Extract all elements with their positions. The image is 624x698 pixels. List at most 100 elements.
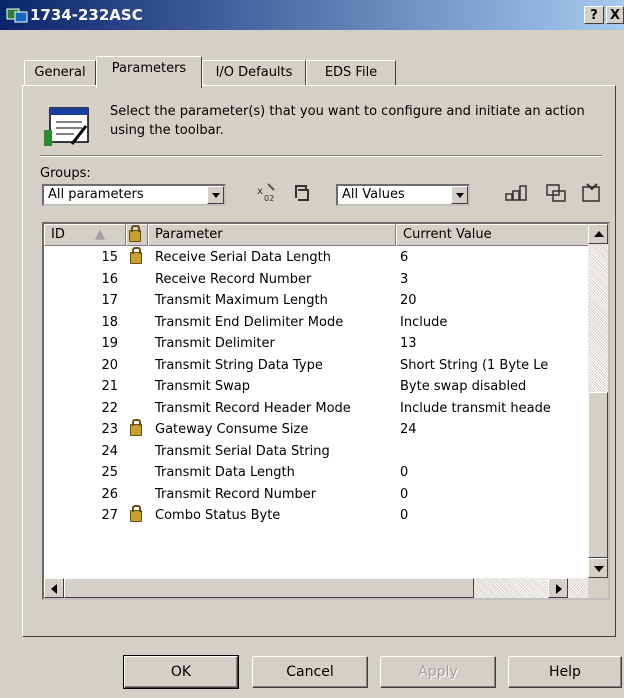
row-current-value[interactable]: Include: [400, 312, 588, 333]
row-current-value[interactable]: 0: [400, 505, 588, 526]
values-filter-select[interactable]: All Values: [336, 184, 470, 206]
compare-icon[interactable]: [580, 182, 604, 204]
row-id: 17: [101, 293, 118, 308]
table-row[interactable]: 16 Receive Record Number 3: [44, 269, 590, 291]
row-id: 26: [101, 486, 118, 502]
groups-select-value: All parameters: [48, 187, 144, 202]
row-id: 23: [101, 422, 118, 437]
row-id: 24: [101, 443, 118, 459]
tab-eds-file-label: EDS File: [324, 65, 378, 80]
scroll-left-button[interactable]: [44, 578, 64, 598]
help-title-button[interactable]: ?: [584, 6, 604, 24]
row-current-value[interactable]: Byte swap disabled: [400, 376, 588, 397]
row-parameter-name: Receive Record Number: [155, 271, 312, 287]
row-id: 27: [101, 508, 118, 523]
table-row[interactable]: 24 Transmit Serial Data String: [44, 441, 590, 463]
groups-select[interactable]: All parameters: [42, 184, 226, 206]
table-row[interactable]: 17 Transmit Maximum Length 20: [44, 290, 590, 312]
column-header-current-value[interactable]: Current Value: [396, 224, 590, 246]
refresh-icon[interactable]: [290, 182, 314, 204]
row-lock: [130, 505, 144, 529]
title-bar: 1734-232ASC ? X: [0, 0, 624, 30]
scrollbar-corner: [588, 578, 608, 598]
parameter-form-icon: [42, 104, 94, 150]
tab-io-defaults[interactable]: I/O Defaults: [202, 60, 306, 86]
ok-button[interactable]: OK: [123, 655, 239, 689]
apply-button[interactable]: Apply: [380, 656, 496, 688]
separator: [40, 155, 602, 157]
table-row[interactable]: 25 Transmit Data Length 0: [44, 462, 590, 484]
window-title: 1734-232ASC: [30, 6, 143, 24]
row-parameter-name: Transmit Data Length: [155, 465, 295, 480]
horizontal-scrollbar[interactable]: [44, 578, 588, 598]
close-title-button[interactable]: X: [606, 6, 624, 24]
table-row[interactable]: 26 Transmit Record Number 0: [44, 484, 590, 506]
column-header-id[interactable]: ID ▲: [44, 224, 126, 246]
table-row[interactable]: 20 Transmit String Data Type Short String …: [44, 355, 590, 377]
table-row[interactable]: 19 Transmit Delimiter 13: [44, 333, 590, 355]
row-parameter-name: Receive Serial Data Length: [155, 250, 331, 265]
column-header-lock[interactable]: [126, 224, 148, 246]
table-row[interactable]: 21 Transmit Swap Byte swap disabled: [44, 376, 590, 398]
table-row[interactable]: 18 Transmit End Delimiter Mode Include: [44, 312, 590, 334]
vertical-scroll-thumb[interactable]: [588, 392, 608, 558]
row-current-value[interactable]: 24: [400, 419, 588, 440]
tab-general-label: General: [34, 65, 86, 80]
tab-parameters[interactable]: Parameters: [96, 56, 202, 88]
vertical-scrollbar[interactable]: [588, 224, 608, 578]
groups-label: Groups:: [40, 166, 91, 181]
cancel-button[interactable]: Cancel: [252, 656, 368, 688]
scroll-up-button[interactable]: [588, 224, 608, 244]
edit-values-icon[interactable]: x 02: [254, 182, 278, 204]
row-parameter-name: Transmit Swap: [155, 379, 250, 394]
row-current-value[interactable]: 6: [400, 247, 588, 268]
row-current-value[interactable]: Short String (1 Byte Le: [400, 355, 588, 376]
row-parameter-name: Transmit Record Number: [155, 486, 317, 502]
row-current-value[interactable]: 0: [400, 462, 588, 483]
row-current-value[interactable]: 13: [400, 333, 588, 354]
lock-icon: [130, 247, 142, 264]
horizontal-scroll-thumb[interactable]: [64, 578, 474, 598]
tab-io-defaults-label: I/O Defaults: [215, 65, 293, 80]
row-current-value[interactable]: 3: [400, 269, 588, 290]
scroll-down-button[interactable]: [588, 558, 608, 578]
row-parameter-name: Transmit Maximum Length: [155, 293, 328, 308]
tab-eds-file[interactable]: EDS File: [306, 60, 396, 86]
help-button[interactable]: Help: [508, 656, 622, 688]
row-current-value[interactable]: Include transmit heade: [400, 398, 588, 419]
row-id: 21: [101, 379, 118, 394]
svg-text:x: x: [257, 186, 263, 197]
column-header-id-label: ID: [51, 227, 65, 242]
row-id: 22: [101, 400, 118, 416]
svg-text:02: 02: [264, 194, 274, 203]
row-current-value[interactable]: 0: [400, 484, 588, 505]
download-icon[interactable]: [544, 182, 568, 204]
row-parameter-name: Combo Status Byte: [155, 508, 281, 523]
row-parameter-name: Transmit Serial Data String: [155, 443, 330, 459]
lock-icon: [130, 419, 142, 436]
lock-icon: [130, 505, 142, 522]
table-header: ID ▲ Parameter Current Value: [44, 224, 590, 246]
parameter-table[interactable]: ID ▲ Parameter Current Value 15 Receive S…: [42, 222, 610, 600]
row-id: 19: [101, 336, 118, 351]
tab-parameters-label: Parameters: [111, 61, 187, 76]
tab-general[interactable]: General: [24, 60, 96, 86]
row-parameter-name: Transmit Record Header Mode: [155, 400, 351, 416]
scroll-right-button[interactable]: [548, 578, 568, 598]
table-row[interactable]: 15 Receive Serial Data Length 6: [44, 247, 590, 269]
table-row[interactable]: 22 Transmit Record Header Mode Include tra…: [44, 398, 590, 420]
row-parameter-name: Transmit Delimiter: [155, 336, 275, 351]
row-current-value[interactable]: 20: [400, 290, 588, 311]
chevron-down-icon[interactable]: [207, 186, 224, 204]
row-id: 25: [101, 465, 118, 480]
upload-parameters-icon[interactable]: [504, 182, 528, 204]
instruction-text: Select the parameter(s) that you want to…: [110, 104, 585, 138]
row-parameter-name: Transmit String Data Type: [155, 357, 323, 373]
lock-icon: [129, 225, 141, 242]
column-header-parameter[interactable]: Parameter: [148, 224, 396, 246]
row-parameter-name: Transmit End Delimiter Mode: [155, 314, 344, 330]
table-row[interactable]: 23 Gateway Consume Size 24: [44, 419, 590, 441]
row-id: 20: [101, 357, 118, 373]
table-row[interactable]: 27 Combo Status Byte 0: [44, 505, 590, 527]
chevron-down-icon[interactable]: [451, 186, 468, 204]
